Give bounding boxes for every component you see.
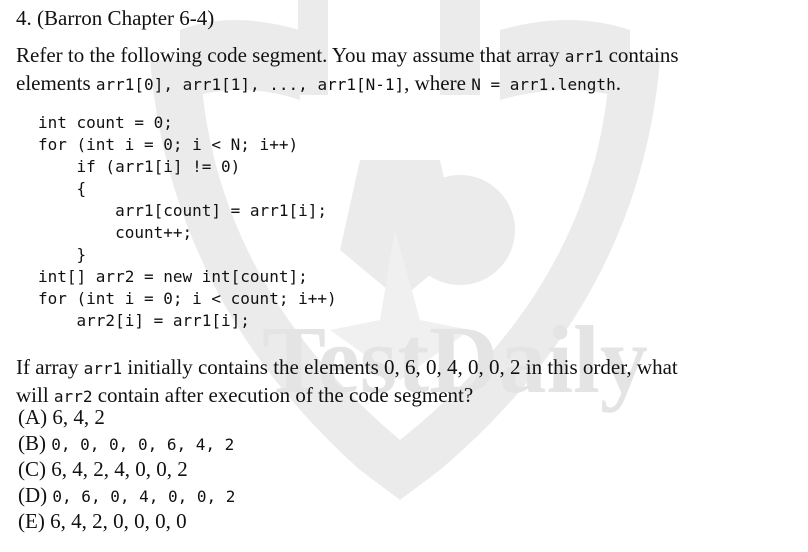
intro-text: elements — [16, 71, 96, 95]
intro-line-1: Refer to the following code segment. You… — [16, 42, 796, 70]
choice-letter: (B) — [18, 431, 46, 455]
inline-code: N = arr1.length — [471, 75, 616, 94]
intro-text: . — [615, 71, 621, 95]
inline-code: arr1[0], arr1[1], ..., arr1[N-1] — [95, 75, 405, 94]
code-line: for (int i = 0; i < count; i++) — [38, 289, 337, 308]
intro-paragraph: Refer to the following code segment. You… — [16, 42, 796, 98]
code-line: arr1[count] = arr1[i]; — [38, 201, 327, 220]
choice-b[interactable]: (B) 0, 0, 0, 0, 6, 4, 2 — [18, 430, 235, 456]
inline-code: arr1 — [83, 359, 123, 378]
code-line: for (int i = 0; i < N; i++) — [38, 135, 299, 154]
choice-e[interactable]: (E) 6, 4, 2, 0, 0, 0, 0 — [18, 508, 235, 534]
inline-code: arr1 — [564, 47, 604, 66]
code-line: } — [38, 245, 87, 264]
code-segment: int count = 0; for (int i = 0; i < N; i++… — [38, 112, 337, 332]
code-line: int[] arr2 = new int[count]; — [38, 267, 308, 286]
choice-values: 6, 4, 2, 0, 0, 0, 0 — [50, 509, 187, 533]
code-line: { — [38, 179, 87, 198]
code-line: int count = 0; — [38, 113, 173, 132]
question-heading: 4. (Barron Chapter 6-4) — [16, 6, 215, 30]
question-line-1: If array arr1 initially contains the ele… — [16, 354, 796, 382]
choice-letter: (D) — [18, 483, 48, 507]
question-document: 4. (Barron Chapter 6-4) Refer to the fol… — [0, 0, 808, 552]
question-paragraph: If array arr1 initially contains the ele… — [16, 354, 796, 410]
choice-values: 6, 4, 2, 4, 0, 0, 2 — [51, 457, 188, 481]
choice-c[interactable]: (C) 6, 4, 2, 4, 0, 0, 2 — [18, 456, 235, 482]
choice-letter: (E) — [18, 509, 45, 533]
choice-letter: (A) — [18, 405, 48, 429]
code-line: if (arr1[i] != 0) — [38, 157, 241, 176]
code-line: arr2[i] = arr1[i]; — [38, 311, 250, 330]
intro-line-2: elements arr1[0], arr1[1], ..., arr1[N-1… — [16, 70, 796, 98]
answer-choices: (A) 6, 4, 2 (B) 0, 0, 0, 0, 6, 4, 2 (C) … — [18, 404, 235, 534]
choice-d[interactable]: (D) 0, 6, 0, 4, 0, 0, 2 — [18, 482, 235, 508]
intro-text: Refer to the following code segment. You… — [16, 43, 565, 67]
choice-values: 0, 0, 0, 0, 6, 4, 2 — [51, 435, 235, 454]
intro-text: contains — [603, 43, 679, 67]
question-text: initially contains the elements 0, 6, 0,… — [122, 355, 678, 379]
choice-values: 0, 6, 0, 4, 0, 0, 2 — [52, 487, 236, 506]
choice-letter: (C) — [18, 457, 46, 481]
code-line: count++; — [38, 223, 193, 242]
intro-text: , where — [404, 71, 472, 95]
choice-values: 6, 4, 2 — [52, 405, 105, 429]
choice-a[interactable]: (A) 6, 4, 2 — [18, 404, 235, 430]
question-text: If array — [16, 355, 84, 379]
